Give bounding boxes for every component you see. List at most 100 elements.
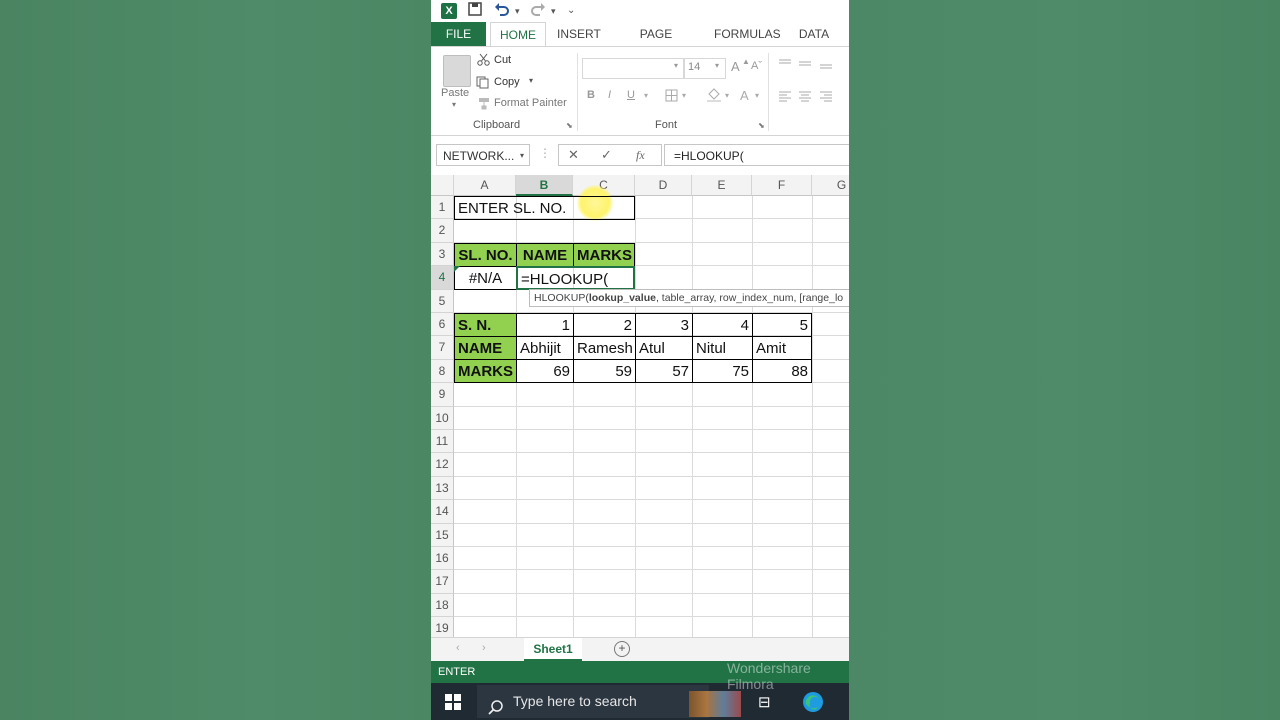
paste-icon[interactable] [443,55,471,87]
name-box[interactable]: NETWORK... ▾ [436,144,530,166]
books-app-icon[interactable] [689,691,741,717]
row-header[interactable]: 19 [431,617,454,637]
align-top-icon[interactable] [779,59,791,72]
column-header-d[interactable]: D [635,175,692,196]
copy-button[interactable]: Copy [494,76,520,88]
font-launcher-icon[interactable]: ⬊ [758,121,765,130]
align-center-icon[interactable] [799,91,811,105]
row-header[interactable]: 14 [431,500,454,524]
cell-f7[interactable]: Amit [752,336,812,360]
row-header[interactable]: 9 [431,383,454,407]
italic-button[interactable]: I [608,89,611,101]
bold-button[interactable]: B [587,89,595,101]
save-icon[interactable] [468,2,482,19]
name-box-dropdown-icon[interactable]: ▾ [520,145,524,167]
cell-e6[interactable]: 4 [692,313,753,337]
align-bottom-icon[interactable] [820,59,832,72]
cell-b4-editing[interactable]: =HLOOKUP( [516,266,635,290]
row-header[interactable]: 2 [431,219,454,243]
format-painter-button[interactable]: Format Painter [494,97,567,109]
cell-f8[interactable]: 88 [752,359,812,383]
row-header[interactable]: 15 [431,523,454,547]
cell-e8[interactable]: 75 [692,359,753,383]
tooltip-function[interactable]: HLOOKUP( [534,292,589,304]
cell-b6[interactable]: 1 [516,313,574,337]
sheet-tab-sheet1[interactable]: Sheet1 [524,638,582,661]
grow-font-button[interactable]: A [731,59,740,74]
cancel-entry-button[interactable]: ✕ [568,147,579,163]
cell-c8[interactable]: 59 [573,359,636,383]
clipboard-launcher-icon[interactable]: ⬊ [566,121,573,130]
customize-toolbar-icon[interactable]: ⌄ [567,5,575,16]
new-sheet-button[interactable]: + [614,641,630,657]
align-right-icon[interactable] [820,91,832,105]
row-header[interactable]: 16 [431,547,454,571]
cell-a7[interactable]: NAME [454,336,517,360]
cell-b8[interactable]: 69 [516,359,574,383]
cell-a1[interactable]: ENTER SL. NO. [454,196,635,220]
insert-function-button[interactable]: fx [636,148,645,163]
tab-data[interactable]: DATA [797,22,831,46]
confirm-entry-button[interactable]: ✓ [601,147,612,163]
cell-b3[interactable]: NAME [516,243,574,267]
row-header[interactable]: 10 [431,406,454,430]
tab-insert[interactable]: INSERT [557,22,601,46]
edge-browser-icon[interactable] [802,691,824,718]
cell-a6[interactable]: S. N. [454,313,517,337]
borders-dropdown-icon[interactable]: ▾ [682,91,686,100]
column-header-g[interactable]: G [812,175,849,196]
row-header[interactable]: 12 [431,453,454,477]
row-header[interactable]: 8 [431,359,454,384]
shrink-font-icon[interactable]: Aˇ [751,60,762,72]
column-header-b[interactable]: B [516,175,573,196]
row-header[interactable]: 13 [431,476,454,501]
borders-icon[interactable] [665,89,678,105]
task-view-icon[interactable]: ⊟ [758,693,771,711]
row-header[interactable]: 7 [431,336,454,360]
cell-d6[interactable]: 3 [635,313,693,337]
align-middle-icon[interactable] [799,59,811,72]
row-header[interactable]: 4 [431,266,454,290]
column-header-f[interactable]: F [752,175,812,196]
cell-d7[interactable]: Atul [635,336,693,360]
font-color-dropdown-icon[interactable]: ▾ [755,91,759,100]
scroll-sheets-right-icon[interactable]: › [482,642,486,654]
cell-a8[interactable]: MARKS [454,359,517,383]
redo-icon[interactable] [530,2,546,19]
copy-icon[interactable] [476,76,490,92]
cell-e7[interactable]: Nitul [692,336,753,360]
row-header[interactable]: 17 [431,570,454,594]
cell-a4[interactable]: #N/A [454,266,517,290]
align-left-icon[interactable] [779,91,791,105]
font-name-dropdown-icon[interactable]: ▾ [674,61,678,70]
formula-input[interactable]: =HLOOKUP( [664,144,849,166]
column-header-e[interactable]: E [692,175,752,196]
tab-file[interactable]: FILE [431,22,486,46]
row-header[interactable]: 5 [431,289,454,313]
undo-dropdown-icon[interactable]: ▾ [515,6,520,17]
cut-button[interactable]: Cut [494,54,511,66]
cell-a3[interactable]: SL. NO. [454,243,517,267]
tooltip-current-arg[interactable]: lookup_value [589,292,656,304]
row-header[interactable]: 11 [431,430,454,454]
tab-formulas[interactable]: FORMULAS [714,22,781,46]
paste-button[interactable]: Paste [441,87,469,99]
row-header[interactable]: 18 [431,593,454,618]
select-all-corner[interactable] [431,175,454,196]
cell-c7[interactable]: Ramesh [573,336,636,360]
font-name-dropdown[interactable] [582,58,684,79]
cell-b7[interactable]: Abhijit [516,336,574,360]
cell-d8[interactable]: 57 [635,359,693,383]
font-size-dropdown-icon[interactable]: ▾ [715,61,719,70]
font-color-button[interactable]: A [740,88,749,103]
copy-dropdown-icon[interactable]: ▾ [529,76,533,85]
format-painter-icon[interactable] [477,97,491,113]
redo-dropdown-icon[interactable]: ▾ [551,6,556,17]
row-header[interactable]: 6 [431,313,454,337]
underline-dropdown-icon[interactable]: ▾ [644,91,648,100]
tab-page-layout[interactable]: PAGE LAYOUT [616,22,696,65]
underline-button[interactable]: U [627,89,635,101]
error-indicator-icon[interactable] [454,266,460,272]
cut-icon[interactable] [477,53,490,69]
row-header[interactable]: 3 [431,242,454,267]
